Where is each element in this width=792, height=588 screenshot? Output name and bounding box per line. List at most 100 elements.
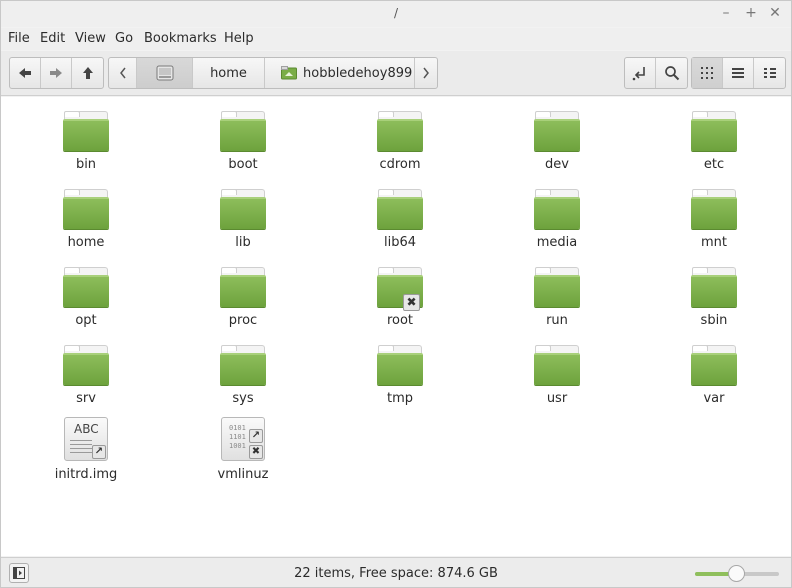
file-item[interactable]: var	[659, 345, 769, 406]
folder-icon	[533, 345, 581, 387]
file-item-label: root	[386, 313, 414, 328]
file-item[interactable]: bin	[31, 111, 141, 172]
zoom-slider-handle[interactable]	[728, 565, 745, 582]
file-item-label: lib64	[383, 235, 417, 250]
up-arrow-icon	[82, 67, 93, 79]
file-item-label: lib	[235, 235, 251, 250]
symlink-emblem-icon: ↗	[249, 429, 263, 443]
toolbar: home hobbledehoy899	[1, 51, 791, 96]
list-icon	[732, 68, 744, 78]
path-segment-home[interactable]: home	[193, 58, 265, 88]
file-item-label: tmp	[386, 391, 413, 406]
file-item[interactable]: sbin	[659, 267, 769, 328]
folder-icon	[533, 267, 581, 309]
folder-icon	[62, 267, 110, 309]
folder-icon	[62, 111, 110, 153]
file-icon-text: 0101 1101 1001	[229, 424, 246, 450]
file-item[interactable]: sys	[188, 345, 298, 406]
path-bar: home hobbledehoy899	[108, 57, 438, 89]
compact-view-button[interactable]	[754, 58, 785, 88]
path-scroll-left-button[interactable]	[109, 58, 137, 88]
binary-file-icon: 0101 1101 1001 ✖ ↗	[219, 417, 267, 463]
nav-buttons	[9, 57, 104, 89]
action-buttons	[624, 57, 688, 89]
folder-icon	[376, 111, 424, 153]
path-segment-root[interactable]	[137, 58, 193, 88]
file-item[interactable]: media	[502, 189, 612, 250]
status-text: 22 items, Free space: 874.6 GB	[294, 566, 498, 581]
file-item-label: initrd.img	[54, 467, 118, 482]
maximize-icon[interactable]: +	[743, 5, 759, 21]
file-item-label: dev	[545, 157, 569, 172]
file-item[interactable]: ✖ root	[345, 267, 455, 328]
close-icon[interactable]: ✕	[767, 5, 783, 21]
file-item-label: proc	[228, 313, 258, 328]
folder-icon	[219, 189, 267, 231]
view-mode-buttons	[691, 57, 786, 89]
search-icon	[664, 66, 679, 81]
folder-icon	[219, 267, 267, 309]
file-item[interactable]: proc	[188, 267, 298, 328]
folder-icon	[533, 111, 581, 153]
path-segment-user-label: hobbledehoy899	[303, 65, 413, 81]
file-item[interactable]: home	[31, 189, 141, 250]
file-item[interactable]: lib64	[345, 189, 455, 250]
status-bar: 22 items, Free space: 874.6 GB	[1, 557, 791, 587]
file-item[interactable]: boot	[188, 111, 298, 172]
file-item-label: var	[703, 391, 725, 406]
folder-icon	[690, 345, 738, 387]
file-item-label: cdrom	[379, 157, 421, 172]
list-view-button[interactable]	[723, 58, 754, 88]
text-file-icon: ABC ↗	[62, 417, 110, 463]
folder-icon	[219, 111, 267, 153]
menu-file[interactable]: File	[8, 31, 30, 46]
menu-help[interactable]: Help	[224, 31, 254, 46]
path-segment-user[interactable]: hobbledehoy899	[265, 58, 415, 88]
file-item-label: bin	[75, 157, 97, 172]
forward-button[interactable]	[41, 58, 72, 88]
menu-go[interactable]: Go	[115, 31, 133, 46]
window-title: /	[393, 6, 399, 20]
file-item[interactable]: ABC ↗ initrd.img	[31, 417, 141, 482]
folder-icon	[376, 345, 424, 387]
no-access-emblem-icon: ✖	[403, 294, 420, 311]
search-button[interactable]	[656, 58, 687, 88]
zoom-slider[interactable]	[695, 565, 779, 582]
minimize-icon[interactable]: –	[718, 5, 734, 21]
drive-icon	[156, 65, 173, 81]
file-item[interactable]: opt	[31, 267, 141, 328]
folder-icon	[219, 345, 267, 387]
file-item[interactable]: srv	[31, 345, 141, 406]
grid-icon	[701, 67, 713, 79]
menu-bookmarks[interactable]: Bookmarks	[144, 31, 217, 46]
toggle-location-button[interactable]	[625, 58, 656, 88]
icon-view-button[interactable]	[692, 58, 723, 88]
file-item-label: home	[67, 235, 105, 250]
folder-icon: ✖	[376, 267, 424, 311]
file-item[interactable]: lib	[188, 189, 298, 250]
path-scroll-right-button[interactable]	[415, 58, 437, 88]
file-item[interactable]: 0101 1101 1001 ✖ ↗ vmlinuz	[188, 417, 298, 482]
file-item[interactable]: usr	[502, 345, 612, 406]
file-item-label: srv	[76, 391, 96, 406]
folder-icon	[690, 189, 738, 231]
back-button[interactable]	[10, 58, 41, 88]
file-item[interactable]: cdrom	[345, 111, 455, 172]
folder-icon	[376, 189, 424, 231]
file-item-label: mnt	[701, 235, 727, 250]
file-item[interactable]: etc	[659, 111, 769, 172]
menu-edit[interactable]: Edit	[40, 31, 65, 46]
file-item[interactable]: mnt	[659, 189, 769, 250]
file-item-label: opt	[75, 313, 97, 328]
folder-icon	[690, 111, 738, 153]
forward-arrow-icon	[50, 68, 62, 78]
file-item-label: sbin	[700, 313, 728, 328]
up-button[interactable]	[72, 58, 103, 88]
menu-bar: File Edit View Go Bookmarks Help	[1, 28, 791, 50]
location-entry-icon	[632, 67, 645, 81]
file-item[interactable]: run	[502, 267, 612, 328]
file-item-label: etc	[703, 157, 725, 172]
file-item[interactable]: tmp	[345, 345, 455, 406]
file-item[interactable]: dev	[502, 111, 612, 172]
menu-view[interactable]: View	[75, 31, 106, 46]
